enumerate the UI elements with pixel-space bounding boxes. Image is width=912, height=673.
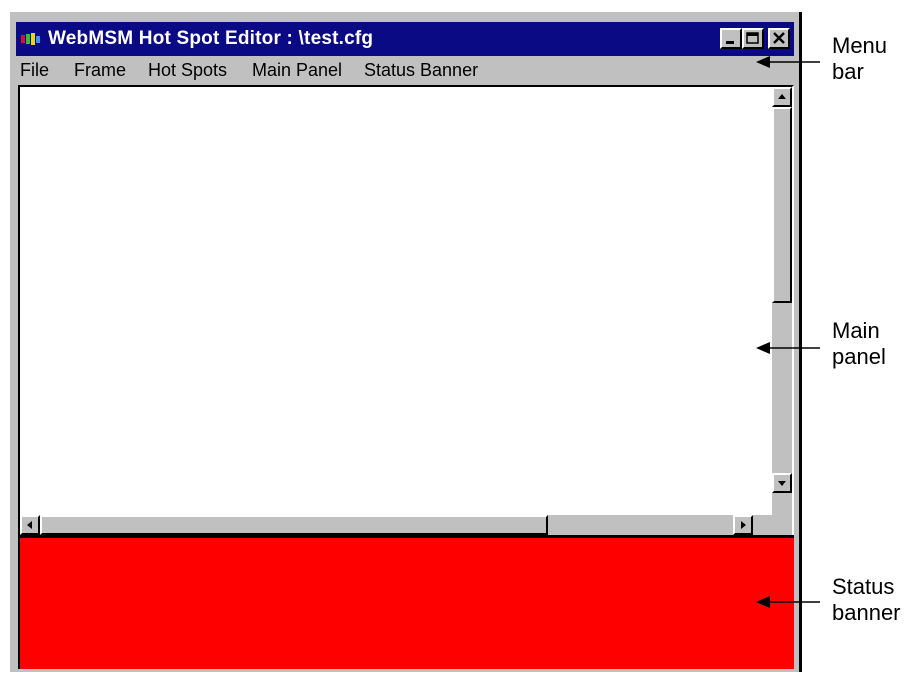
arrow-up-icon [778, 94, 786, 99]
application-window: WebMSM Hot Spot Editor : \test.cfg File … [10, 12, 802, 672]
maximize-icon [746, 32, 759, 44]
title-bar[interactable]: WebMSM Hot Spot Editor : \test.cfg [16, 22, 794, 56]
vertical-scrollbar[interactable] [772, 87, 792, 515]
scroll-left-button[interactable] [20, 515, 40, 535]
menu-file[interactable]: File [20, 60, 49, 81]
menu-bar-callout-line2: bar [832, 59, 864, 84]
scroll-right-button[interactable] [733, 515, 753, 535]
scroll-down-button[interactable] [772, 473, 792, 493]
status-banner-arrow-icon [756, 596, 820, 608]
menu-bar-callout-line1: Menu [832, 33, 888, 58]
menu-frame[interactable]: Frame [74, 60, 126, 81]
menu-main-panel[interactable]: Main Panel [252, 60, 342, 81]
status-banner-callout-line1: Status [832, 574, 895, 599]
maximize-button[interactable] [742, 28, 764, 49]
menu-bar: File Frame Hot Spots Main Panel Status B… [16, 56, 794, 86]
scrollbar-corner [772, 515, 792, 535]
horizontal-scroll-thumb[interactable] [40, 515, 548, 535]
menu-bar-arrow-icon [756, 56, 820, 68]
close-icon [773, 32, 785, 44]
main-panel-callout: Main panel [832, 318, 886, 370]
window-title: WebMSM Hot Spot Editor : \test.cfg [48, 28, 374, 49]
app-icon [21, 33, 40, 45]
main-panel-arrow-icon [756, 342, 820, 354]
main-panel-callout-line1: Main [832, 318, 880, 343]
status-banner [18, 535, 794, 669]
menu-bar-callout: Menu bar [832, 33, 887, 85]
main-panel-callout-line2: panel [832, 344, 886, 369]
menu-status-banner[interactable]: Status Banner [364, 60, 478, 81]
arrow-left-icon [27, 521, 32, 529]
scroll-up-button[interactable] [772, 87, 792, 107]
minimize-button[interactable] [720, 28, 742, 49]
arrow-right-icon [741, 521, 746, 529]
vertical-scroll-thumb[interactable] [772, 107, 792, 303]
main-panel[interactable] [18, 85, 794, 537]
arrow-down-icon [778, 481, 786, 486]
close-button[interactable] [768, 28, 790, 49]
status-banner-callout: Status banner [832, 574, 901, 626]
horizontal-scrollbar[interactable] [20, 515, 772, 535]
menu-hot-spots[interactable]: Hot Spots [148, 60, 227, 81]
minimize-icon [726, 41, 734, 44]
status-banner-callout-line2: banner [832, 600, 901, 625]
